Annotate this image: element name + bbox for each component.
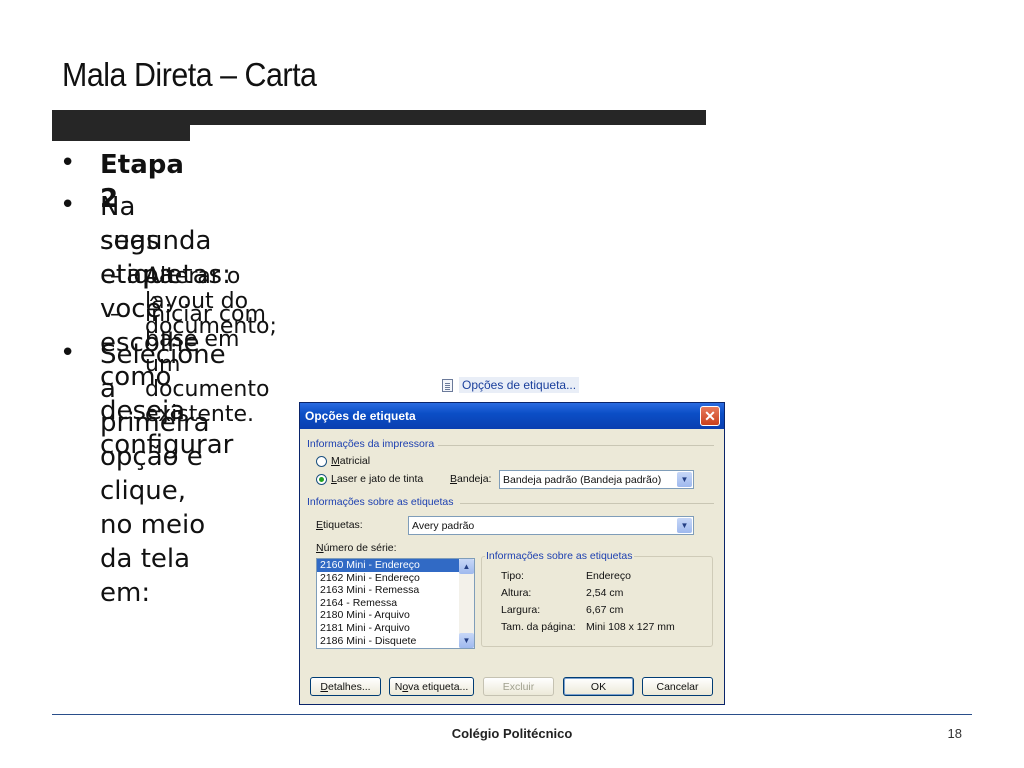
footer-institution: Colégio Politécnico: [451, 726, 573, 741]
list-item[interactable]: 2163 Mini - Remessa: [317, 584, 474, 597]
tray-select-value: Bandeja padrão (Bandeja padrão): [503, 473, 662, 486]
list-item[interactable]: 2186 Mini - Disquete: [317, 635, 474, 648]
tray-select[interactable]: Bandeja padrão (Bandeja padrão) ▼: [499, 470, 694, 489]
list-item[interactable]: 2160 Mini - Endereço: [317, 559, 474, 572]
title-underline-bar: [52, 110, 706, 125]
group-divider: [460, 503, 714, 504]
label-info-title: Informações sobre as etiquetas: [485, 550, 634, 562]
radio-laser[interactable]: Laser e jato de tinta: [316, 473, 423, 485]
list-item[interactable]: 2164 - Remessa: [317, 597, 474, 610]
radio-laser-label: Laser e jato de tinta: [331, 473, 424, 485]
labels-field-label: Etiquetas:: [316, 519, 363, 531]
tray-label: Bandeja:: [450, 473, 492, 485]
list-item[interactable]: 2180 Mini - Arquivo: [317, 609, 474, 622]
cancel-button[interactable]: Cancelar: [642, 677, 713, 696]
document-icon: [442, 378, 453, 392]
labels-vendor-value: Avery padrão: [412, 519, 475, 532]
details-button[interactable]: Detalhes...: [310, 677, 381, 696]
chevron-down-icon[interactable]: ▼: [677, 472, 692, 487]
info-value: 2,54 cm: [586, 587, 624, 599]
sub-bullet-dash: –: [110, 302, 121, 327]
labels-vendor-select[interactable]: Avery padrão ▼: [408, 516, 694, 535]
info-key: Tam. da página:: [501, 621, 576, 633]
info-value: Mini 108 x 127 mm: [586, 621, 675, 633]
new-label-button[interactable]: No va etiqueta...: [389, 677, 474, 696]
info-key: Altura:: [501, 587, 532, 599]
chevron-down-icon[interactable]: ▼: [677, 518, 692, 533]
close-icon[interactable]: ✕: [700, 406, 720, 426]
footer-divider: [52, 714, 972, 715]
info-key: Tipo:: [501, 570, 524, 582]
list-item[interactable]: 2181 Mini - Arquivo: [317, 622, 474, 635]
radio-matricial-label: Matricial: [331, 455, 371, 467]
serial-number-label: Número de série:: [316, 542, 397, 554]
printer-group-label: Informações da impressora: [307, 438, 435, 450]
dialog-title: Opções de etiqueta: [305, 409, 416, 423]
scroll-up-icon[interactable]: ▲: [459, 559, 474, 574]
title-accent-bar: [52, 124, 190, 141]
bullet-glyph: •: [60, 338, 76, 368]
scroll-down-icon[interactable]: ▼: [459, 633, 474, 648]
info-value: 6,67 cm: [586, 604, 624, 616]
bullet-text-line: Selecione a primeira opção e clique, no …: [100, 340, 226, 608]
label-options-link-text: Opções de etiqueta...: [459, 377, 580, 393]
group-divider: [438, 445, 714, 446]
info-key: Largura:: [501, 604, 541, 616]
page-number: 18: [947, 726, 962, 741]
bullet-glyph: •: [60, 148, 76, 178]
serial-number-list[interactable]: 2160 Mini - Endereço 2162 Mini - Endereç…: [316, 558, 475, 649]
ok-button[interactable]: OK: [563, 677, 634, 696]
radio-matricial[interactable]: Matricial: [316, 455, 370, 467]
delete-button[interactable]: Excluir: [483, 677, 554, 696]
info-value: Endereço: [586, 570, 631, 582]
radio-button[interactable]: [316, 455, 327, 467]
label-options-link[interactable]: Opções de etiqueta...: [442, 375, 580, 395]
radio-button[interactable]: [316, 473, 327, 485]
dialog-title-bar[interactable]: Opções de etiqueta ✕: [300, 403, 724, 429]
list-item[interactable]: 2162 Mini - Endereço: [317, 572, 474, 585]
bullet-glyph: •: [60, 190, 76, 220]
labels-group-label: Informações sobre as etiquetas: [307, 496, 454, 508]
sub-bullet-dash: –: [110, 264, 121, 289]
list-scrollbar[interactable]: ▲ ▼: [459, 559, 474, 648]
slide-title: Mala Direta – Carta: [62, 56, 317, 93]
